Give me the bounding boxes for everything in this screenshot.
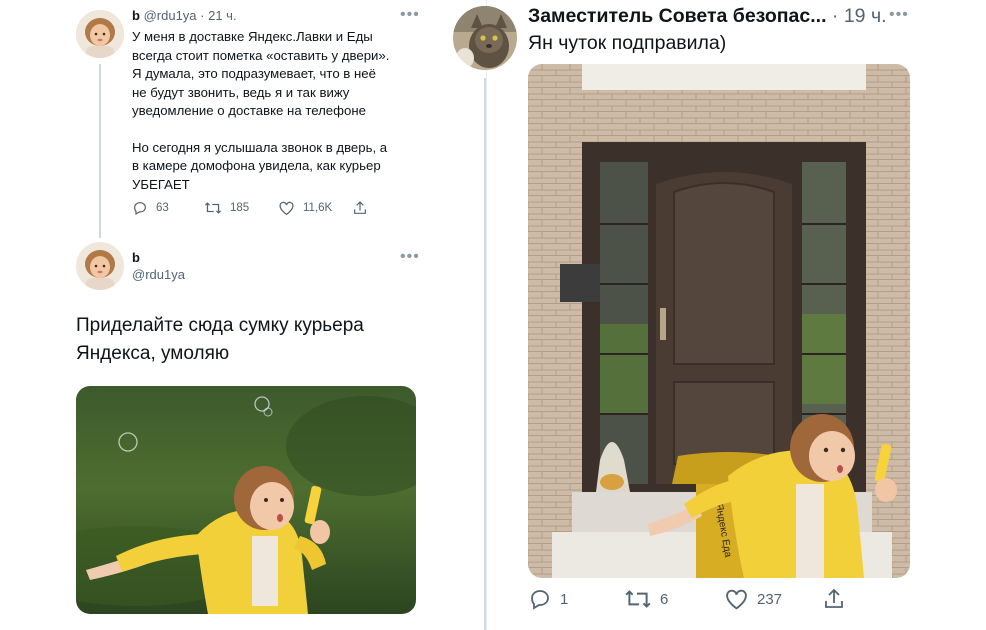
- thread-line: [99, 64, 101, 238]
- avatar[interactable]: [76, 242, 124, 290]
- tweet-text-line: [132, 121, 432, 139]
- retweet-icon: [204, 202, 222, 214]
- reply-icon: [531, 590, 549, 610]
- tweet-text-line: Приделайте сюда сумку курьера: [76, 315, 364, 336]
- like-icon: [726, 589, 747, 610]
- tweet-header: b @rdu1ya · 21 ч.: [132, 8, 237, 23]
- reply-count: 63: [156, 202, 169, 214]
- avatar[interactable]: [453, 6, 517, 70]
- tweet-text-line: уведомление о доставке на телефоне: [132, 103, 366, 118]
- share-button[interactable]: [352, 200, 368, 216]
- running-girl-image: [76, 386, 416, 614]
- more-icon[interactable]: •••: [889, 6, 909, 24]
- avatar-girl-image: [76, 242, 124, 290]
- author-name[interactable]: b: [132, 250, 140, 265]
- like-button[interactable]: 11,6K: [278, 200, 332, 216]
- tweet-text: У меня в доставке Яндекс.Лавки и Еды всег…: [132, 28, 432, 194]
- more-icon[interactable]: •••: [400, 248, 420, 266]
- retweet-count: 6: [660, 590, 669, 608]
- reply-icon: [134, 202, 146, 216]
- share-icon: [354, 201, 366, 214]
- author-name[interactable]: b: [132, 8, 140, 23]
- tweet-time[interactable]: · 19 ч.: [832, 5, 887, 27]
- tweet-photo[interactable]: [76, 386, 416, 614]
- retweet-icon: [625, 590, 651, 608]
- tweet-text-line: Но сегодня я услышала звонок в дверь, а: [132, 139, 388, 155]
- column-divider: [486, 0, 487, 630]
- tweet-text-line: всегда стоит пометка «оставить у двери».: [132, 47, 390, 63]
- avatar-cat-image: [453, 6, 517, 70]
- reply-count: 1: [560, 590, 569, 608]
- like-count: 11,6K: [303, 202, 333, 214]
- like-count: 237: [757, 590, 783, 608]
- author-handle[interactable]: @rdu1ya: [144, 8, 197, 23]
- retweet-button[interactable]: 185: [204, 200, 249, 216]
- more-icon[interactable]: •••: [400, 6, 420, 24]
- like-icon: [279, 201, 294, 216]
- tweet-text-line: У меня в доставке Яндекс.Лавки и Еды: [132, 29, 373, 44]
- tweet-text-line: в камере домофона увидела, как курьер: [132, 158, 381, 173]
- author-name[interactable]: Заместитель Совета безопас...: [528, 5, 827, 27]
- tweet-text-line: Я думала, это подразумевает, что в неё: [132, 66, 376, 81]
- tweet-text-line: не будут звонить, ведь я и так вижу: [132, 84, 350, 100]
- retweet-button[interactable]: 6: [624, 587, 668, 611]
- like-button[interactable]: 237: [724, 587, 782, 611]
- avatar-girl-image: [76, 10, 124, 58]
- tweet-text-line: Яндекса, умоляю: [76, 343, 230, 364]
- reply-button[interactable]: 1: [528, 587, 568, 611]
- tweet-header: Заместитель Совета безопас... · 19 ч.: [528, 5, 887, 28]
- tweet-time[interactable]: · 21 ч.: [200, 8, 236, 23]
- tweet-text-line: УБЕГАЕТ: [132, 176, 190, 192]
- tweet-photo[interactable]: Яндекс Еда: [528, 64, 910, 578]
- thread-line: [484, 78, 486, 630]
- retweet-count: 185: [230, 202, 250, 214]
- tweet-text: Приделайте сюда сумку курьера Яндекса, ум…: [76, 312, 416, 368]
- share-button[interactable]: [822, 587, 846, 611]
- tweet-text: Ян чуток подправила): [528, 32, 727, 54]
- door-photo-image: Яндекс Еда: [528, 64, 910, 578]
- reply-button[interactable]: 63: [132, 200, 169, 216]
- share-icon: [825, 588, 843, 608]
- author-handle[interactable]: @rdu1ya: [132, 267, 185, 282]
- avatar[interactable]: [76, 10, 124, 58]
